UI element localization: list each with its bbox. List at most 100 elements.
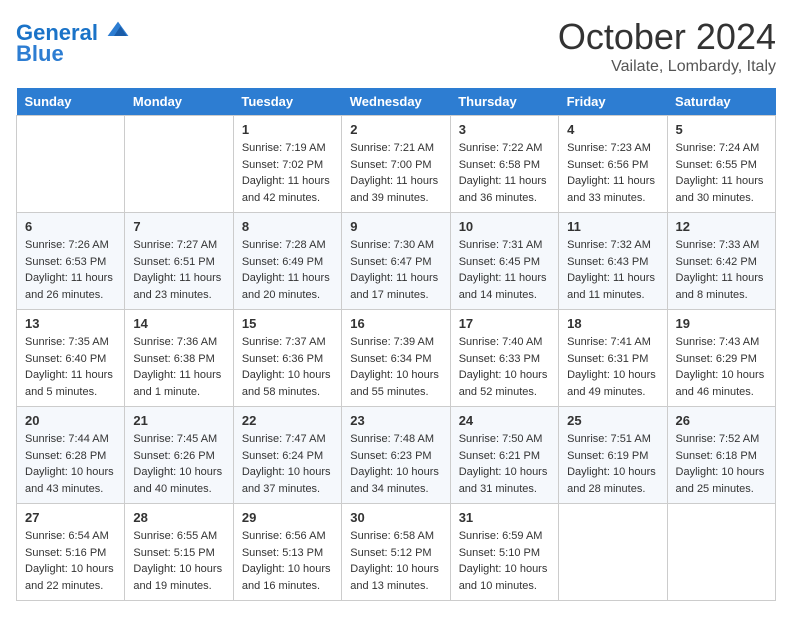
calendar-week-row: 6 Sunrise: 7:26 AMSunset: 6:53 PMDaylight… — [17, 213, 776, 310]
calendar-cell: 17 Sunrise: 7:40 AMSunset: 6:33 PMDayligh… — [450, 310, 558, 407]
calendar-cell: 4 Sunrise: 7:23 AMSunset: 6:56 PMDaylight… — [559, 116, 667, 213]
day-info: Sunrise: 7:28 AMSunset: 6:49 PMDaylight:… — [242, 237, 333, 303]
calendar-cell: 25 Sunrise: 7:51 AMSunset: 6:19 PMDayligh… — [559, 407, 667, 504]
calendar-cell: 31Sunrise: 6:59 AMSunset: 5:10 PMDayligh… — [450, 504, 558, 601]
calendar-cell: 18 Sunrise: 7:41 AMSunset: 6:31 PMDayligh… — [559, 310, 667, 407]
calendar-cell: 13 Sunrise: 7:35 AMSunset: 6:40 PMDayligh… — [17, 310, 125, 407]
calendar-cell: 29Sunrise: 6:56 AMSunset: 5:13 PMDayligh… — [233, 504, 341, 601]
day-number: 8 — [242, 219, 333, 234]
day-info: Sunrise: 7:26 AMSunset: 6:53 PMDaylight:… — [25, 237, 116, 303]
day-number: 31 — [459, 510, 550, 525]
calendar-cell: 14 Sunrise: 7:36 AMSunset: 6:38 PMDayligh… — [125, 310, 233, 407]
calendar-cell: 30Sunrise: 6:58 AMSunset: 5:12 PMDayligh… — [342, 504, 450, 601]
day-info: Sunrise: 7:37 AMSunset: 6:36 PMDaylight:… — [242, 334, 333, 400]
calendar-cell: 3 Sunrise: 7:22 AMSunset: 6:58 PMDaylight… — [450, 116, 558, 213]
calendar-week-row: 20Sunrise: 7:44 AMSunset: 6:28 PMDayligh… — [17, 407, 776, 504]
calendar-cell: 20Sunrise: 7:44 AMSunset: 6:28 PMDayligh… — [17, 407, 125, 504]
header-day-thursday: Thursday — [450, 88, 558, 116]
day-number: 1 — [242, 122, 333, 137]
calendar-week-row: 27Sunrise: 6:54 AMSunset: 5:16 PMDayligh… — [17, 504, 776, 601]
day-info: Sunrise: 7:27 AMSunset: 6:51 PMDaylight:… — [133, 237, 224, 303]
day-number: 26 — [676, 413, 767, 428]
calendar-cell: 23 Sunrise: 7:48 AMSunset: 6:23 PMDayligh… — [342, 407, 450, 504]
header-day-tuesday: Tuesday — [233, 88, 341, 116]
day-info: Sunrise: 7:21 AMSunset: 7:00 PMDaylight:… — [350, 140, 441, 206]
day-number: 10 — [459, 219, 550, 234]
calendar-cell: 19 Sunrise: 7:43 AMSunset: 6:29 PMDayligh… — [667, 310, 775, 407]
calendar-cell — [17, 116, 125, 213]
day-info: Sunrise: 6:55 AMSunset: 5:15 PMDaylight:… — [133, 528, 224, 594]
calendar-cell — [125, 116, 233, 213]
calendar-week-row: 1 Sunrise: 7:19 AMSunset: 7:02 PMDaylight… — [17, 116, 776, 213]
header-day-saturday: Saturday — [667, 88, 775, 116]
day-number: 4 — [567, 122, 658, 137]
day-info: Sunrise: 7:23 AMSunset: 6:56 PMDaylight:… — [567, 140, 658, 206]
day-info: Sunrise: 7:33 AMSunset: 6:42 PMDaylight:… — [676, 237, 767, 303]
header: General Blue October 2024 Vailate, Lomba… — [16, 16, 776, 76]
day-number: 27 — [25, 510, 116, 525]
calendar-cell: 6 Sunrise: 7:26 AMSunset: 6:53 PMDaylight… — [17, 213, 125, 310]
day-number: 6 — [25, 219, 116, 234]
calendar-table: SundayMondayTuesdayWednesdayThursdayFrid… — [16, 88, 776, 601]
calendar-cell: 24 Sunrise: 7:50 AMSunset: 6:21 PMDayligh… — [450, 407, 558, 504]
logo-icon — [106, 16, 130, 40]
location: Vailate, Lombardy, Italy — [558, 58, 776, 76]
day-number: 2 — [350, 122, 441, 137]
day-info: Sunrise: 7:39 AMSunset: 6:34 PMDaylight:… — [350, 334, 441, 400]
calendar-cell: 10 Sunrise: 7:31 AMSunset: 6:45 PMDayligh… — [450, 213, 558, 310]
day-number: 11 — [567, 219, 658, 234]
day-info: Sunrise: 7:51 AMSunset: 6:19 PMDaylight:… — [567, 431, 658, 497]
day-info: Sunrise: 7:47 AMSunset: 6:24 PMDaylight:… — [242, 431, 333, 497]
calendar-cell — [559, 504, 667, 601]
calendar-header-row: SundayMondayTuesdayWednesdayThursdayFrid… — [17, 88, 776, 116]
calendar-cell: 2 Sunrise: 7:21 AMSunset: 7:00 PMDaylight… — [342, 116, 450, 213]
day-info: Sunrise: 7:32 AMSunset: 6:43 PMDaylight:… — [567, 237, 658, 303]
calendar-cell: 15 Sunrise: 7:37 AMSunset: 6:36 PMDayligh… — [233, 310, 341, 407]
day-number: 7 — [133, 219, 224, 234]
day-info: Sunrise: 7:41 AMSunset: 6:31 PMDaylight:… — [567, 334, 658, 400]
day-info: Sunrise: 7:48 AMSunset: 6:23 PMDaylight:… — [350, 431, 441, 497]
day-number: 25 — [567, 413, 658, 428]
day-info: Sunrise: 7:35 AMSunset: 6:40 PMDaylight:… — [25, 334, 116, 400]
day-number: 30 — [350, 510, 441, 525]
title-area: October 2024 Vailate, Lombardy, Italy — [558, 16, 776, 76]
day-info: Sunrise: 7:30 AMSunset: 6:47 PMDaylight:… — [350, 237, 441, 303]
month-title: October 2024 — [558, 16, 776, 58]
calendar-cell: 7 Sunrise: 7:27 AMSunset: 6:51 PMDaylight… — [125, 213, 233, 310]
day-number: 18 — [567, 316, 658, 331]
calendar-cell: 22 Sunrise: 7:47 AMSunset: 6:24 PMDayligh… — [233, 407, 341, 504]
day-info: Sunrise: 7:50 AMSunset: 6:21 PMDaylight:… — [459, 431, 550, 497]
day-number: 14 — [133, 316, 224, 331]
calendar-cell: 9Sunrise: 7:30 AMSunset: 6:47 PMDaylight… — [342, 213, 450, 310]
day-number: 22 — [242, 413, 333, 428]
day-number: 23 — [350, 413, 441, 428]
calendar-cell: 12 Sunrise: 7:33 AMSunset: 6:42 PMDayligh… — [667, 213, 775, 310]
header-day-monday: Monday — [125, 88, 233, 116]
day-number: 15 — [242, 316, 333, 331]
day-number: 19 — [676, 316, 767, 331]
day-number: 28 — [133, 510, 224, 525]
calendar-cell: 5Sunrise: 7:24 AMSunset: 6:55 PMDaylight… — [667, 116, 775, 213]
day-info: Sunrise: 7:31 AMSunset: 6:45 PMDaylight:… — [459, 237, 550, 303]
day-info: Sunrise: 6:56 AMSunset: 5:13 PMDaylight:… — [242, 528, 333, 594]
calendar-cell: 21Sunrise: 7:45 AMSunset: 6:26 PMDayligh… — [125, 407, 233, 504]
day-number: 5 — [676, 122, 767, 137]
day-info: Sunrise: 7:44 AMSunset: 6:28 PMDaylight:… — [25, 431, 116, 497]
calendar-cell — [667, 504, 775, 601]
day-info: Sunrise: 7:52 AMSunset: 6:18 PMDaylight:… — [676, 431, 767, 497]
calendar-cell: 8 Sunrise: 7:28 AMSunset: 6:49 PMDaylight… — [233, 213, 341, 310]
day-info: Sunrise: 7:19 AMSunset: 7:02 PMDaylight:… — [242, 140, 333, 206]
day-info: Sunrise: 7:22 AMSunset: 6:58 PMDaylight:… — [459, 140, 550, 206]
calendar-cell: 26 Sunrise: 7:52 AMSunset: 6:18 PMDayligh… — [667, 407, 775, 504]
day-info: Sunrise: 7:40 AMSunset: 6:33 PMDaylight:… — [459, 334, 550, 400]
day-number: 24 — [459, 413, 550, 428]
day-number: 13 — [25, 316, 116, 331]
calendar-cell: 16Sunrise: 7:39 AMSunset: 6:34 PMDayligh… — [342, 310, 450, 407]
day-info: Sunrise: 7:36 AMSunset: 6:38 PMDaylight:… — [133, 334, 224, 400]
calendar-cell: 28 Sunrise: 6:55 AMSunset: 5:15 PMDayligh… — [125, 504, 233, 601]
day-number: 12 — [676, 219, 767, 234]
day-number: 17 — [459, 316, 550, 331]
day-number: 3 — [459, 122, 550, 137]
calendar-cell: 1 Sunrise: 7:19 AMSunset: 7:02 PMDaylight… — [233, 116, 341, 213]
day-info: Sunrise: 7:43 AMSunset: 6:29 PMDaylight:… — [676, 334, 767, 400]
